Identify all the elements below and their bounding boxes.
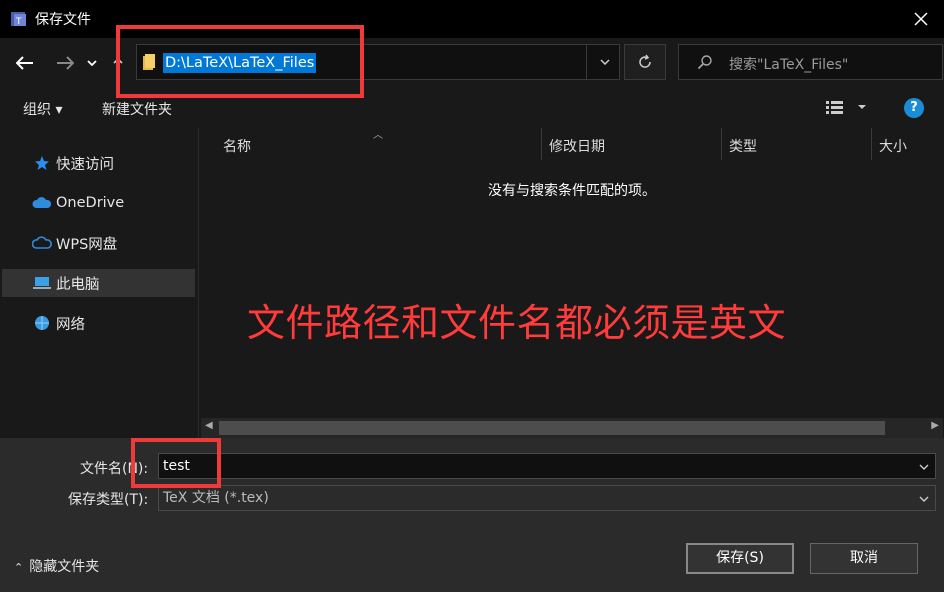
window-title: 保存文件 bbox=[35, 12, 91, 28]
column-divider[interactable] bbox=[871, 128, 872, 160]
chevron-up-icon: ⌃ bbox=[14, 561, 24, 574]
address-dropdown-button[interactable] bbox=[586, 44, 622, 80]
star-icon bbox=[35, 156, 49, 170]
network-icon bbox=[35, 316, 49, 330]
sidebar-item-label: WPS网盘 bbox=[56, 236, 118, 253]
column-divider[interactable] bbox=[541, 128, 542, 160]
sidebar-item-wps[interactable]: WPS网盘 bbox=[2, 229, 195, 257]
view-options-button[interactable] bbox=[826, 100, 866, 118]
new-folder-button[interactable]: 新建文件夹 bbox=[102, 99, 172, 119]
help-button[interactable]: ? bbox=[904, 98, 924, 118]
highlight-box-address bbox=[116, 25, 364, 98]
svg-text:T: T bbox=[15, 17, 22, 27]
sidebar-item-network[interactable]: 网络 bbox=[2, 309, 195, 337]
forward-button[interactable] bbox=[52, 50, 78, 76]
chevron-down-icon[interactable] bbox=[919, 464, 929, 470]
cancel-button[interactable]: 取消 bbox=[810, 543, 918, 574]
column-header-type[interactable]: 类型 bbox=[729, 136, 757, 156]
empty-message: 没有与搜索条件匹配的项。 bbox=[488, 183, 656, 199]
hide-folders-button[interactable]: ⌃ 隐藏文件夹 bbox=[14, 556, 99, 576]
sidebar-item-quick-access[interactable]: 快速访问 bbox=[2, 149, 195, 177]
app-icon: T bbox=[11, 12, 26, 27]
chevron-down-icon bbox=[599, 59, 610, 65]
search-icon bbox=[697, 55, 712, 70]
recent-locations-button[interactable] bbox=[82, 50, 102, 76]
back-button[interactable] bbox=[12, 50, 38, 76]
scroll-right-icon[interactable]: ▶ bbox=[931, 420, 939, 431]
close-button[interactable] bbox=[898, 0, 944, 38]
filetype-value: TeX 文档 (*.tex) bbox=[163, 490, 269, 506]
organize-button[interactable]: 组织 ▾ bbox=[23, 99, 62, 119]
column-header-date[interactable]: 修改日期 bbox=[549, 136, 605, 156]
arrow-right-icon bbox=[57, 56, 74, 70]
highlight-box-filename bbox=[131, 438, 221, 488]
refresh-button[interactable] bbox=[624, 44, 666, 80]
search-input[interactable]: 搜索"LaTeX_Files" bbox=[678, 44, 943, 80]
arrow-left-icon bbox=[16, 56, 33, 70]
refresh-icon bbox=[639, 54, 651, 68]
computer-icon bbox=[33, 277, 51, 289]
sidebar-item-this-pc[interactable]: 此电脑 bbox=[2, 269, 195, 297]
filetype-label: 保存类型(T): bbox=[68, 492, 149, 508]
sidebar-item-label: OneDrive bbox=[56, 195, 125, 211]
chevron-down-icon bbox=[919, 496, 929, 502]
file-list: ︿ 名称 修改日期 类型 大小 没有与搜索条件匹配的项。 文件路径和文件名都必须… bbox=[198, 128, 944, 438]
cloud-outline-icon bbox=[32, 236, 52, 249]
sidebar-item-label: 网络 bbox=[56, 316, 85, 333]
sidebar-item-label: 此电脑 bbox=[56, 276, 100, 293]
scrollbar-thumb[interactable] bbox=[219, 421, 885, 435]
filetype-select[interactable]: TeX 文档 (*.tex) bbox=[158, 485, 936, 511]
chevron-down-icon bbox=[87, 60, 97, 66]
save-button[interactable]: 保存(S) bbox=[686, 543, 794, 574]
close-icon bbox=[914, 12, 928, 26]
view-options-icon bbox=[826, 101, 866, 114]
navigation-pane: 快速访问 OneDrive WPS网盘 此电脑 网络 bbox=[0, 128, 198, 438]
sort-ascending-icon: ︿ bbox=[373, 130, 383, 141]
sidebar-item-onedrive[interactable]: OneDrive bbox=[2, 189, 195, 217]
column-header-name[interactable]: 名称 bbox=[223, 136, 251, 156]
cloud-icon bbox=[32, 197, 52, 208]
sidebar-item-label: 快速访问 bbox=[56, 156, 114, 173]
horizontal-scrollbar[interactable]: ◀ ▶ bbox=[201, 418, 943, 438]
hide-folders-label: 隐藏文件夹 bbox=[29, 559, 100, 575]
column-divider[interactable] bbox=[721, 128, 722, 160]
filename-field[interactable]: test bbox=[158, 453, 936, 479]
annotation-text: 文件路径和文件名都必须是英文 bbox=[247, 301, 787, 345]
column-header-size[interactable]: 大小 bbox=[879, 136, 907, 156]
search-placeholder: 搜索"LaTeX_Files" bbox=[729, 57, 849, 73]
scroll-left-icon[interactable]: ◀ bbox=[205, 420, 213, 431]
